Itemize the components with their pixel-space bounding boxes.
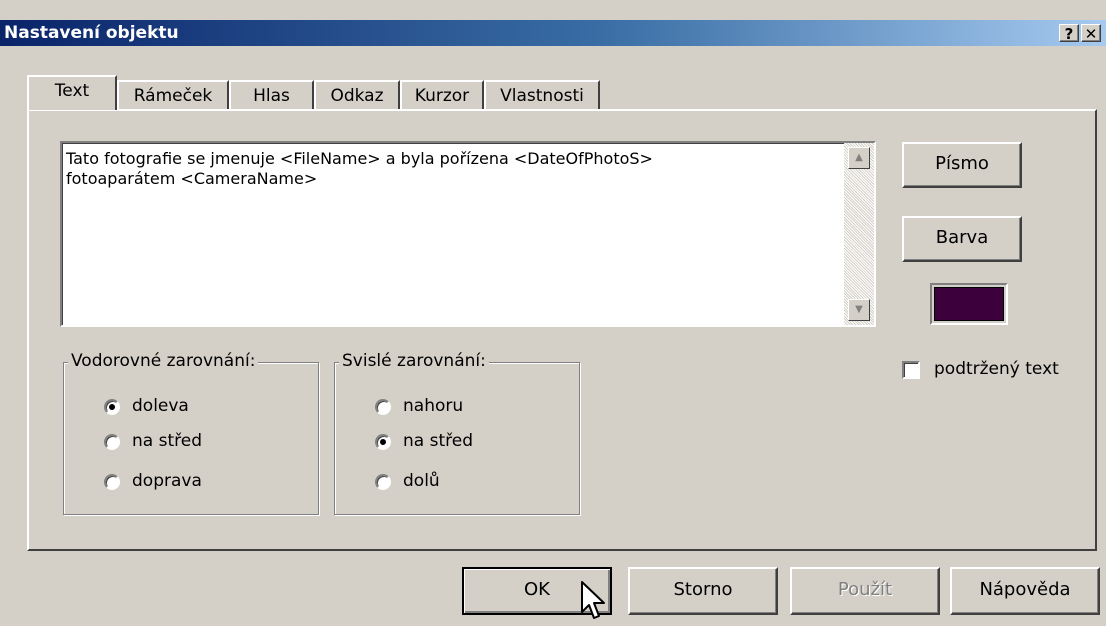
radio-label: dolů bbox=[403, 471, 440, 491]
tab-ramecek[interactable]: Rámeček bbox=[117, 80, 229, 110]
dialog-window: Nastavení objektu ? ✕ Text Rámeček Hlas … bbox=[0, 0, 1106, 626]
tab-text[interactable]: Text bbox=[27, 75, 117, 110]
color-button[interactable]: Barva bbox=[902, 216, 1022, 262]
radio-label: na střed bbox=[132, 431, 202, 451]
horizontal-align-group: Vodorovné zarovnání: doleva na střed dop… bbox=[63, 351, 319, 515]
tab-odkaz[interactable]: Odkaz bbox=[314, 80, 400, 110]
mouse-pointer-icon bbox=[581, 581, 605, 619]
tab-vlastnosti[interactable]: Vlastnosti bbox=[484, 80, 600, 110]
close-title-button[interactable]: ✕ bbox=[1081, 24, 1101, 43]
apply-button: Použít bbox=[790, 567, 940, 615]
radio-label: na střed bbox=[403, 431, 473, 451]
underline-label: podtržený text bbox=[934, 359, 1059, 379]
vertical-scrollbar[interactable]: ▲ ▼ bbox=[844, 143, 874, 325]
window-title: Nastavení objektu bbox=[4, 23, 179, 43]
color-swatch-fill bbox=[934, 287, 1004, 321]
tab-kurzor[interactable]: Kurzor bbox=[400, 80, 484, 110]
radio-button[interactable] bbox=[375, 399, 391, 415]
color-swatch[interactable] bbox=[930, 283, 1008, 325]
text-editor[interactable]: Tato fotografie se jmenuje <FileName> a … bbox=[60, 141, 876, 327]
scroll-up-arrow-icon[interactable]: ▲ bbox=[848, 147, 870, 169]
radio-button[interactable] bbox=[104, 474, 120, 490]
vertical-align-legend: Svislé zarovnání: bbox=[339, 351, 489, 371]
underline-checkbox[interactable] bbox=[902, 361, 920, 379]
font-button[interactable]: Písmo bbox=[902, 142, 1022, 188]
radio-button[interactable] bbox=[375, 474, 391, 490]
radio-label: nahoru bbox=[403, 396, 464, 416]
radio-label: doleva bbox=[132, 396, 189, 416]
radio-button[interactable] bbox=[375, 434, 391, 450]
text-editor-content[interactable]: Tato fotografie se jmenuje <FileName> a … bbox=[66, 149, 836, 189]
help-button[interactable]: Nápověda bbox=[950, 567, 1100, 615]
radio-button[interactable] bbox=[104, 399, 120, 415]
help-title-button[interactable]: ? bbox=[1059, 24, 1079, 43]
radio-button[interactable] bbox=[104, 434, 120, 450]
vertical-align-group: Svislé zarovnání: nahoru na střed dolů bbox=[334, 351, 580, 515]
radio-label: doprava bbox=[132, 471, 202, 491]
title-bar: Nastavení objektu ? ✕ bbox=[0, 20, 1106, 46]
scroll-down-arrow-icon[interactable]: ▼ bbox=[848, 299, 870, 321]
horizontal-align-legend: Vodorovné zarovnání: bbox=[68, 351, 259, 371]
tab-hlas[interactable]: Hlas bbox=[229, 80, 314, 110]
cancel-button[interactable]: Storno bbox=[628, 567, 778, 615]
